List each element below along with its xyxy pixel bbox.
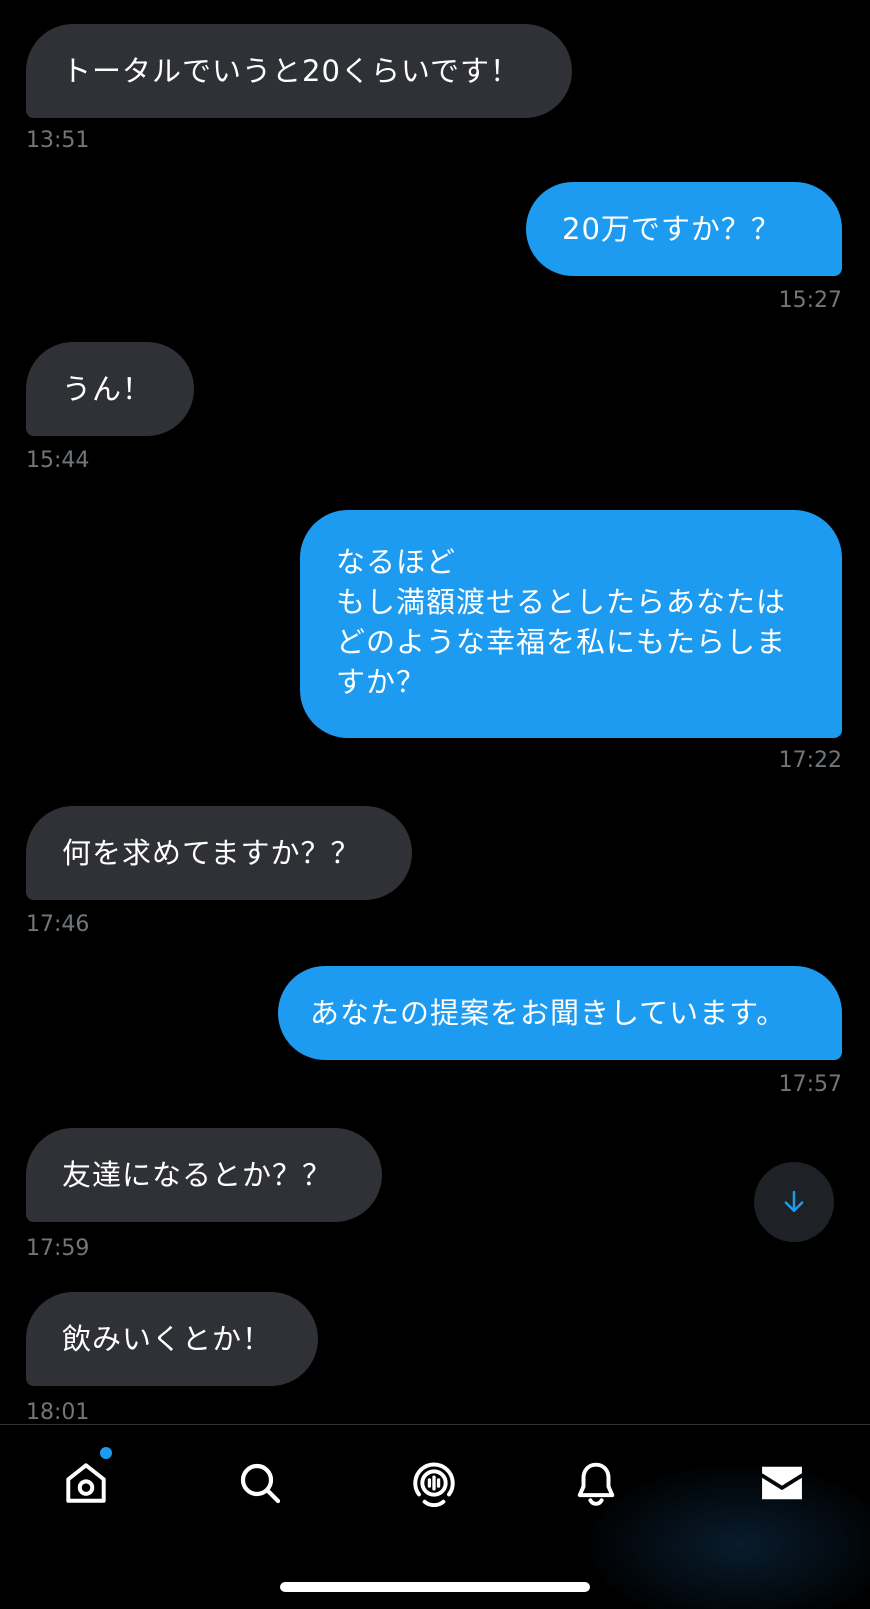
tabbar-glow [590,1465,870,1609]
message-timestamp: 15:27 [778,288,842,313]
search-icon [240,1463,281,1504]
tab-notifications[interactable] [566,1453,626,1513]
message-bubble-outgoing[interactable]: なるほど もし満額渡せるとしたらあなたは どのような幸福を私にもたらしま すか？ [300,510,842,738]
tab-spaces[interactable] [404,1453,464,1513]
mail-icon [762,1466,802,1500]
message-bubble-outgoing[interactable]: 20万ですか？？ [526,182,842,276]
message-timestamp: 13:51 [26,128,90,153]
message-bubble-incoming[interactable]: うん！ [26,342,194,436]
tab-home[interactable] [56,1453,116,1513]
arrow-down-icon [784,1190,804,1212]
message-bubble-incoming[interactable]: 飲みいくとか！ [26,1292,318,1386]
message-timestamp: 17:22 [778,748,842,773]
spaces-icon [413,1462,455,1508]
tab-search[interactable] [230,1453,290,1513]
message-timestamp: 17:46 [26,912,90,937]
home-icon [66,1463,106,1503]
home-indicator [280,1582,590,1592]
bell-icon [577,1462,615,1506]
message-timestamp: 17:59 [26,1236,90,1261]
message-timestamp: 17:57 [778,1072,842,1097]
message-bubble-incoming[interactable]: 何を求めてますか？？ [26,806,412,900]
notification-dot [100,1447,112,1459]
message-timestamp: 15:44 [26,448,90,473]
message-thread[interactable]: トータルでいうと20くらいです！ 13:51 20万ですか？？ 15:27 うん… [0,0,870,1424]
scroll-to-bottom-button[interactable] [754,1162,834,1242]
message-bubble-outgoing[interactable]: あなたの提案をお聞きしています。 [278,966,842,1060]
message-bubble-incoming[interactable]: 友達になるとか？？ [26,1128,382,1222]
message-bubble-incoming[interactable]: トータルでいうと20くらいです！ [26,24,572,118]
tab-messages[interactable] [752,1453,812,1513]
message-timestamp: 18:01 [26,1400,90,1424]
